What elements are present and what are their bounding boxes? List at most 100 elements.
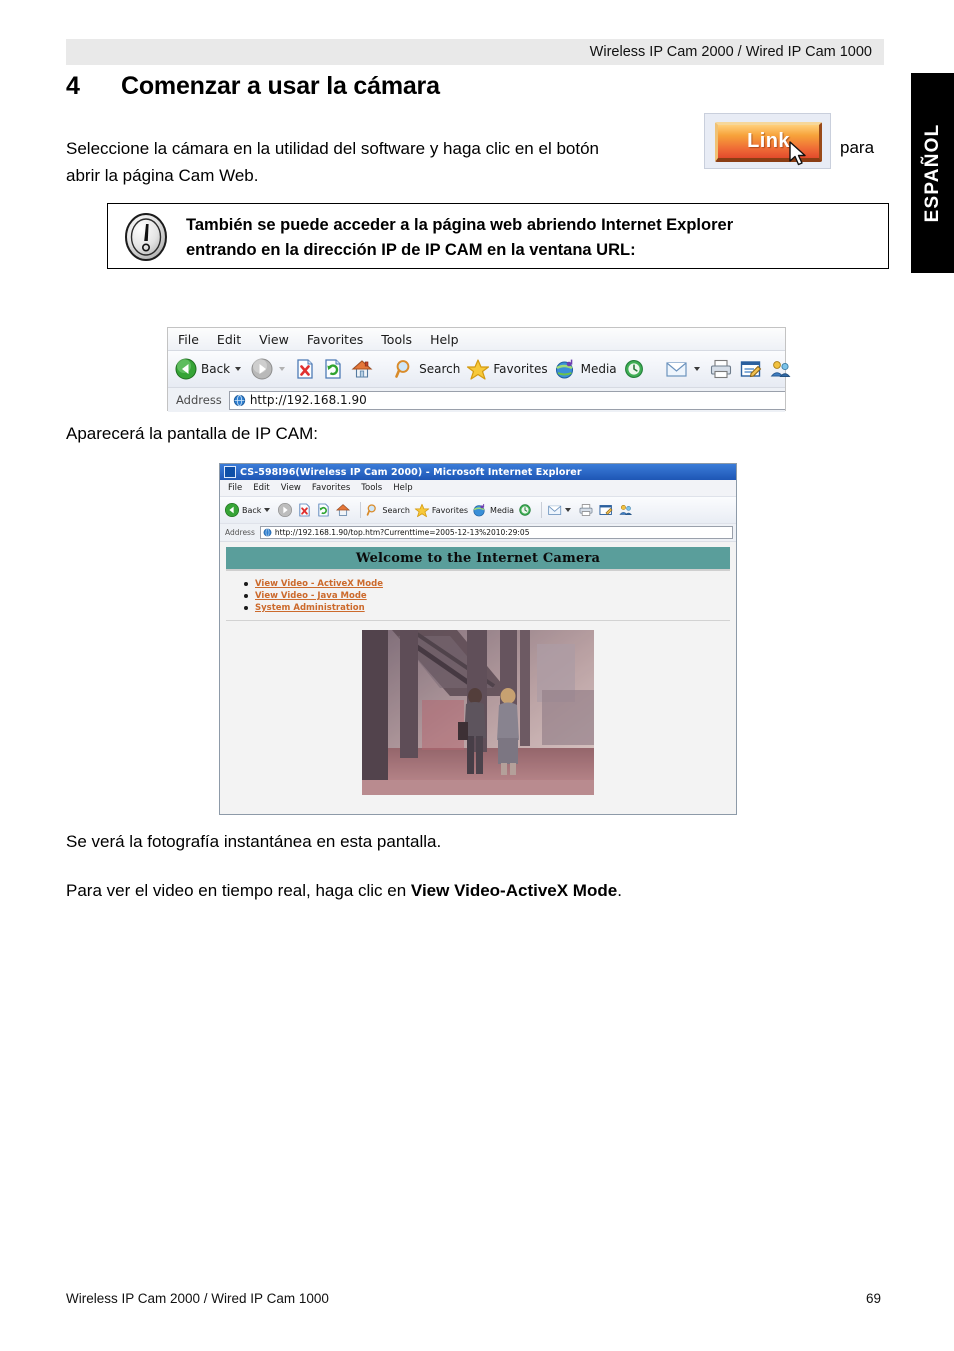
win-mail-caret-icon[interactable] (565, 508, 572, 512)
win-menu-item-edit[interactable]: Edit (253, 483, 269, 493)
caption-appear: Aparecerá la pantalla de IP CAM: (66, 424, 318, 443)
language-tab-espanol: ESPAÑOL (911, 73, 954, 273)
win-favorites-button[interactable]: Favorites (414, 503, 468, 518)
stop-icon (297, 359, 313, 379)
address-input[interactable]: http://192.168.1.90 (228, 390, 785, 410)
print-button[interactable] (709, 358, 733, 380)
notice-box: También se puede acceder a la página web… (107, 203, 889, 269)
win-menu-item-help[interactable]: Help (393, 483, 412, 493)
win-history-button[interactable] (518, 503, 532, 517)
language-tab-label: ESPAÑOL (921, 123, 943, 223)
camera-web-page: Welcome to the Internet Camera View Vide… (220, 542, 736, 814)
page-title: 4 Comenzar a usar la cámara (66, 72, 440, 101)
win-menu-item-tools[interactable]: Tools (361, 483, 382, 493)
win-media-button[interactable]: Media (472, 503, 514, 518)
messenger-icon (770, 361, 791, 377)
win-forward-button[interactable] (277, 502, 293, 518)
home-button[interactable] (350, 357, 374, 381)
forward-button[interactable] (250, 357, 288, 381)
back-button-label: Back (201, 362, 231, 376)
history-button[interactable] (623, 358, 645, 380)
win-menu-item-file[interactable]: File (228, 483, 242, 493)
history-clock-icon (519, 504, 531, 516)
page-header-strip: Wireless IP Cam 2000 / Wired IP Cam 1000 (66, 39, 884, 65)
media-globe-icon (555, 359, 573, 378)
favorites-button[interactable]: Favorites (466, 358, 548, 381)
win-messenger-button[interactable] (618, 503, 634, 517)
link-view-video-java[interactable]: View Video - Java Mode (255, 591, 367, 601)
menu-item-view[interactable]: View (259, 332, 289, 347)
media-button[interactable]: Media (554, 358, 617, 381)
list-item[interactable]: View Video - Java Mode (244, 591, 730, 601)
window-app-icon (224, 466, 236, 478)
link-button-label: Link (747, 130, 790, 152)
win-search-button[interactable]: Search (366, 503, 410, 517)
edit-page-icon (740, 361, 761, 378)
history-clock-icon (624, 360, 643, 378)
link-system-administration[interactable]: System Administration (255, 603, 365, 613)
realtime-bold-text: View Video-ActiveX Mode (410, 881, 618, 900)
win-toolbar-separator-2 (541, 502, 543, 518)
mouse-cursor-icon (789, 141, 806, 166)
ie-tool-bar: Back Search Favorites Media (168, 351, 791, 388)
win-print-button[interactable] (578, 503, 594, 517)
forward-dropdown-caret-icon[interactable] (279, 367, 286, 371)
win-search-label: Search (382, 505, 410, 515)
win-menu-item-view[interactable]: View (281, 483, 301, 493)
mail-icon (666, 362, 687, 377)
win-mail-button[interactable] (547, 503, 574, 517)
back-button[interactable]: Back (174, 357, 244, 381)
win-edit-button[interactable] (598, 503, 614, 517)
win-favorites-label: Favorites (431, 505, 469, 515)
snapshot-image (362, 630, 594, 795)
ie-toolbar-figure: File Edit View Favorites Tools Help Back (167, 327, 791, 412)
intro-after-button-text: para (840, 138, 875, 157)
win-address-input[interactable]: http://192.168.1.90/top.htm?Currenttime=… (259, 526, 733, 539)
edit-page-icon (599, 505, 613, 515)
win-address-value: http://192.168.1.90/top.htm?Currenttime=… (274, 528, 530, 537)
section-number: 4 (66, 72, 80, 100)
search-button-label: Search (419, 362, 461, 376)
back-arrow-icon (175, 358, 197, 380)
refresh-icon (318, 503, 330, 517)
realtime-pre-text: Para ver el video en tiempo real, haga c… (66, 881, 411, 900)
win-menu-item-favorites[interactable]: Favorites (312, 483, 350, 493)
win-back-button[interactable]: Back (224, 502, 273, 518)
running-head: Wireless IP Cam 2000 / Wired IP Cam 1000 (589, 44, 872, 60)
win-refresh-button[interactable] (316, 502, 331, 518)
list-item[interactable]: View Video - ActiveX Mode (244, 579, 730, 589)
edit-button[interactable] (739, 358, 763, 380)
mail-dropdown-caret-icon[interactable] (693, 367, 700, 371)
messenger-icon (619, 505, 633, 516)
print-icon (579, 504, 593, 516)
win-back-caret-icon[interactable] (264, 508, 271, 512)
mail-button[interactable] (665, 358, 703, 380)
forward-arrow-icon (278, 503, 293, 517)
win-stop-button[interactable] (297, 502, 312, 518)
footer-left-text: Wireless IP Cam 2000 / Wired IP Cam 1000 (66, 1291, 329, 1306)
stop-button[interactable] (294, 357, 316, 381)
refresh-button[interactable] (322, 357, 344, 381)
notice-line-2: entrando en la dirección IP de IP CAM en… (186, 241, 636, 259)
window-title-bar: CS-598I96(Wireless IP Cam 2000) - Micros… (220, 464, 736, 480)
window-address-bar: Address http://192.168.1.90/top.htm?Curr… (220, 524, 736, 542)
ie-menu-bar: File Edit View Favorites Tools Help (168, 328, 785, 351)
intro-line-1: Seleccione la cámara en la utilidad del … (66, 139, 599, 158)
win-address-label: Address (225, 528, 255, 537)
search-button[interactable]: Search (394, 358, 460, 380)
list-item[interactable]: System Administration (244, 603, 730, 613)
menu-item-help[interactable]: Help (430, 332, 459, 347)
back-dropdown-caret-icon[interactable] (235, 367, 242, 371)
menu-item-tools[interactable]: Tools (381, 332, 412, 347)
link-button-figure: Link (704, 113, 831, 169)
menu-item-favorites[interactable]: Favorites (307, 332, 363, 347)
print-icon (710, 359, 731, 379)
win-home-button[interactable] (335, 502, 351, 518)
messenger-button[interactable] (769, 358, 793, 380)
menu-item-file[interactable]: File (178, 332, 199, 347)
paragraph-realtime: Para ver el video en tiempo real, haga c… (66, 881, 622, 901)
menu-item-edit[interactable]: Edit (217, 332, 241, 347)
bullet-icon (244, 594, 248, 598)
link-view-video-activex[interactable]: View Video - ActiveX Mode (255, 579, 383, 589)
address-value: http://192.168.1.90 (249, 393, 367, 407)
